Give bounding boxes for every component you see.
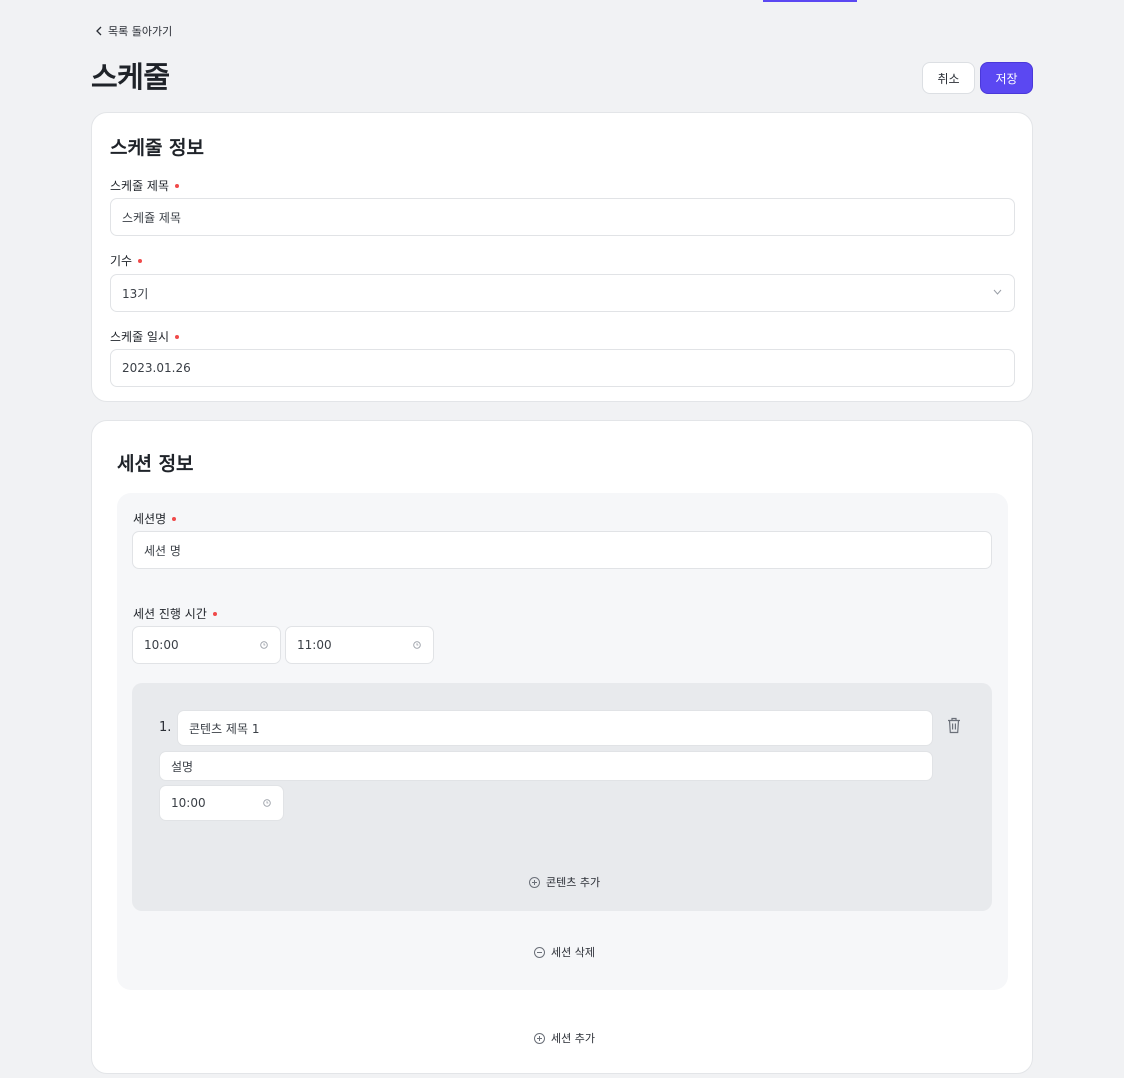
back-link-label: 목록 돌아가기 <box>108 25 173 38</box>
active-tab-indicator <box>763 0 857 2</box>
schedule-info-title: 스케줄 정보 <box>110 137 205 159</box>
minus-circle-icon <box>534 946 545 958</box>
plus-circle-icon <box>529 876 540 888</box>
save-button[interactable]: 저장 <box>980 62 1033 94</box>
required-dot <box>175 334 180 339</box>
session-block: 세션명 세션 명 세션 진행 시간 10:00 11:00 1. 콘텐츠 제목 … <box>117 493 1008 990</box>
schedule-date-input[interactable]: 2023.01.26 <box>110 349 1015 387</box>
schedule-info-card: 스케줄 정보 스케줄 제목 스케쥴 제목 기수 13기 스케줄 일시 2023.… <box>91 112 1033 402</box>
session-start-time-input[interactable]: 10:00 <box>132 626 281 664</box>
add-session-button[interactable]: 세션 추가 <box>534 1030 595 1046</box>
required-dot <box>175 183 180 188</box>
generation-label: 기수 <box>110 252 143 269</box>
delete-session-button[interactable]: 세션 삭제 <box>534 944 595 960</box>
clock-icon <box>413 641 421 649</box>
chevron-down-icon <box>993 289 1002 295</box>
schedule-name-input[interactable]: 스케쥴 제목 <box>110 198 1015 236</box>
content-number: 1. <box>159 720 172 735</box>
schedule-name-label: 스케줄 제목 <box>110 177 180 194</box>
content-list: 1. 콘텐츠 제목 1 설명 10:00 콘텐츠 추가 <box>132 683 992 911</box>
page-title: 스케줄 <box>91 60 170 94</box>
session-time-label: 세션 진행 시간 <box>133 605 217 622</box>
session-info-title: 세션 정보 <box>117 453 194 475</box>
content-description-input[interactable]: 설명 <box>159 751 933 781</box>
session-name-input[interactable]: 세션 명 <box>132 531 992 569</box>
add-content-button[interactable]: 콘텐츠 추가 <box>529 874 600 890</box>
content-time-input[interactable]: 10:00 <box>159 785 284 821</box>
generation-select[interactable]: 13기 <box>110 274 1015 312</box>
clock-icon <box>263 799 271 807</box>
required-dot <box>138 258 143 263</box>
session-info-card: 세션 정보 세션명 세션 명 세션 진행 시간 10:00 11:00 1. 콘… <box>91 420 1033 1074</box>
plus-circle-icon <box>534 1032 545 1044</box>
schedule-date-label: 스케줄 일시 <box>110 328 180 345</box>
generation-selected-value: 13기 <box>122 286 149 301</box>
back-to-list-link[interactable]: 목록 돌아가기 <box>95 23 172 39</box>
chevron-left-icon <box>96 26 102 36</box>
required-dot <box>212 611 217 616</box>
session-name-label: 세션명 <box>133 510 177 527</box>
session-end-time-input[interactable]: 11:00 <box>285 626 434 664</box>
trash-icon[interactable] <box>947 717 961 734</box>
required-dot <box>172 516 177 521</box>
cancel-button[interactable]: 취소 <box>922 62 975 94</box>
content-title-input[interactable]: 콘텐츠 제목 1 <box>177 710 933 746</box>
clock-icon <box>260 641 268 649</box>
